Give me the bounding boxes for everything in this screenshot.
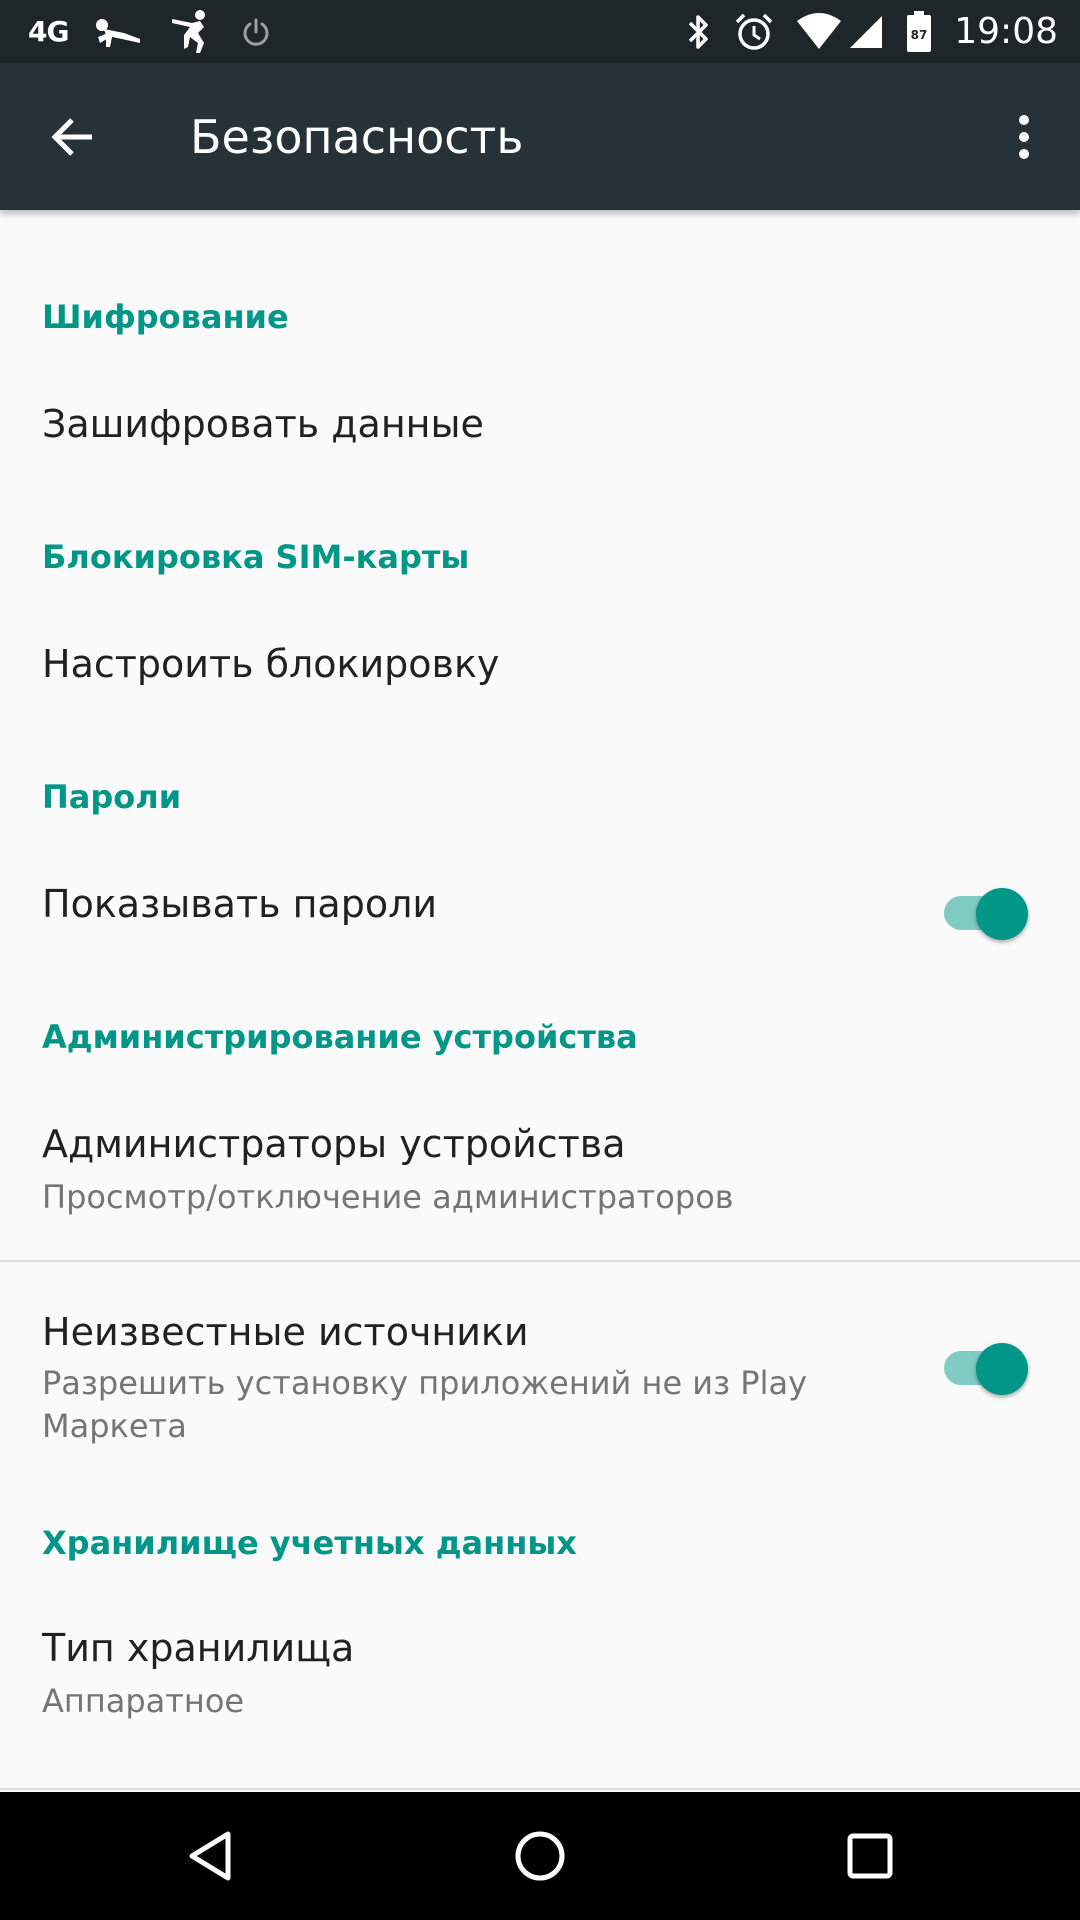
signal-icon xyxy=(848,14,884,50)
divider xyxy=(0,1788,1080,1790)
status-right: 87 19:08 xyxy=(686,0,1058,63)
wifi-icon xyxy=(796,12,842,51)
pref-title: Тип хранилища xyxy=(42,1626,355,1670)
navigation-bar xyxy=(0,1792,1080,1920)
pref-device-admins[interactable]: Администраторы устройства Просмотр/отклю… xyxy=(0,1090,1080,1260)
more-vert-icon xyxy=(1019,115,1029,159)
nav-home-button[interactable] xyxy=(500,1816,580,1896)
section-header-encryption: Шифрование xyxy=(42,298,289,336)
section-header-credential-storage: Хранилище учетных данных xyxy=(42,1524,577,1562)
pref-summary: Просмотр/отключение администраторов xyxy=(42,1178,734,1216)
pref-summary: Аппаратное xyxy=(42,1682,245,1720)
battery-level: 87 xyxy=(911,28,928,42)
settings-list: Шифрование Зашифровать данные Блокировка… xyxy=(0,210,1080,1792)
pref-encrypt-data[interactable]: Зашифровать данные xyxy=(0,370,1080,490)
pref-title: Показывать пароли xyxy=(42,882,438,926)
exercise-figure-icon xyxy=(170,9,214,55)
pref-setup-sim-lock[interactable]: Настроить блокировку xyxy=(0,610,1080,730)
pref-show-passwords[interactable]: Показывать пароли xyxy=(0,850,1080,970)
status-bar: 4G 87 19:08 xyxy=(0,0,1080,63)
unknown-sources-toggle[interactable] xyxy=(944,1335,1028,1395)
nav-recents-button[interactable] xyxy=(830,1816,910,1896)
back-button[interactable] xyxy=(38,103,106,171)
toggle-thumb xyxy=(976,1343,1028,1395)
toggle-thumb xyxy=(976,888,1028,940)
status-time: 19:08 xyxy=(954,11,1058,52)
recents-square-icon xyxy=(847,1833,893,1879)
pref-summary: Разрешить установку приложений не из Pla… xyxy=(42,1364,808,1445)
pref-unknown-sources[interactable]: Неизвестные источники Разрешить установк… xyxy=(0,1262,1080,1462)
nav-back-button[interactable] xyxy=(172,1816,252,1896)
section-header-sim-lock: Блокировка SIM-карты xyxy=(42,538,470,576)
battery-icon: 87 xyxy=(906,10,932,53)
page-title: Безопасность xyxy=(190,109,524,164)
back-triangle-icon xyxy=(189,1831,231,1881)
bluetooth-icon xyxy=(686,12,712,52)
pushup-icon xyxy=(94,15,144,49)
home-circle-icon xyxy=(515,1831,565,1881)
show-passwords-toggle[interactable] xyxy=(944,880,1028,940)
more-options-button[interactable] xyxy=(990,103,1058,171)
arrow-back-icon xyxy=(51,118,92,156)
pref-title: Зашифровать данные xyxy=(42,402,484,446)
section-header-device-admin: Администрирование устройства xyxy=(42,1018,638,1056)
alarm-icon xyxy=(734,12,774,52)
app-bar: Безопасность xyxy=(0,63,1080,210)
power-icon xyxy=(240,16,272,48)
pref-title: Настроить блокировку xyxy=(42,642,500,686)
pref-title: Неизвестные источники xyxy=(42,1310,529,1354)
pref-title: Администраторы устройства xyxy=(42,1122,626,1166)
status-left: 4G xyxy=(28,0,272,63)
network-type: 4G xyxy=(28,15,69,48)
pref-storage-type[interactable]: Тип хранилища Аппаратное xyxy=(0,1594,1080,1744)
section-header-passwords: Пароли xyxy=(42,778,182,816)
